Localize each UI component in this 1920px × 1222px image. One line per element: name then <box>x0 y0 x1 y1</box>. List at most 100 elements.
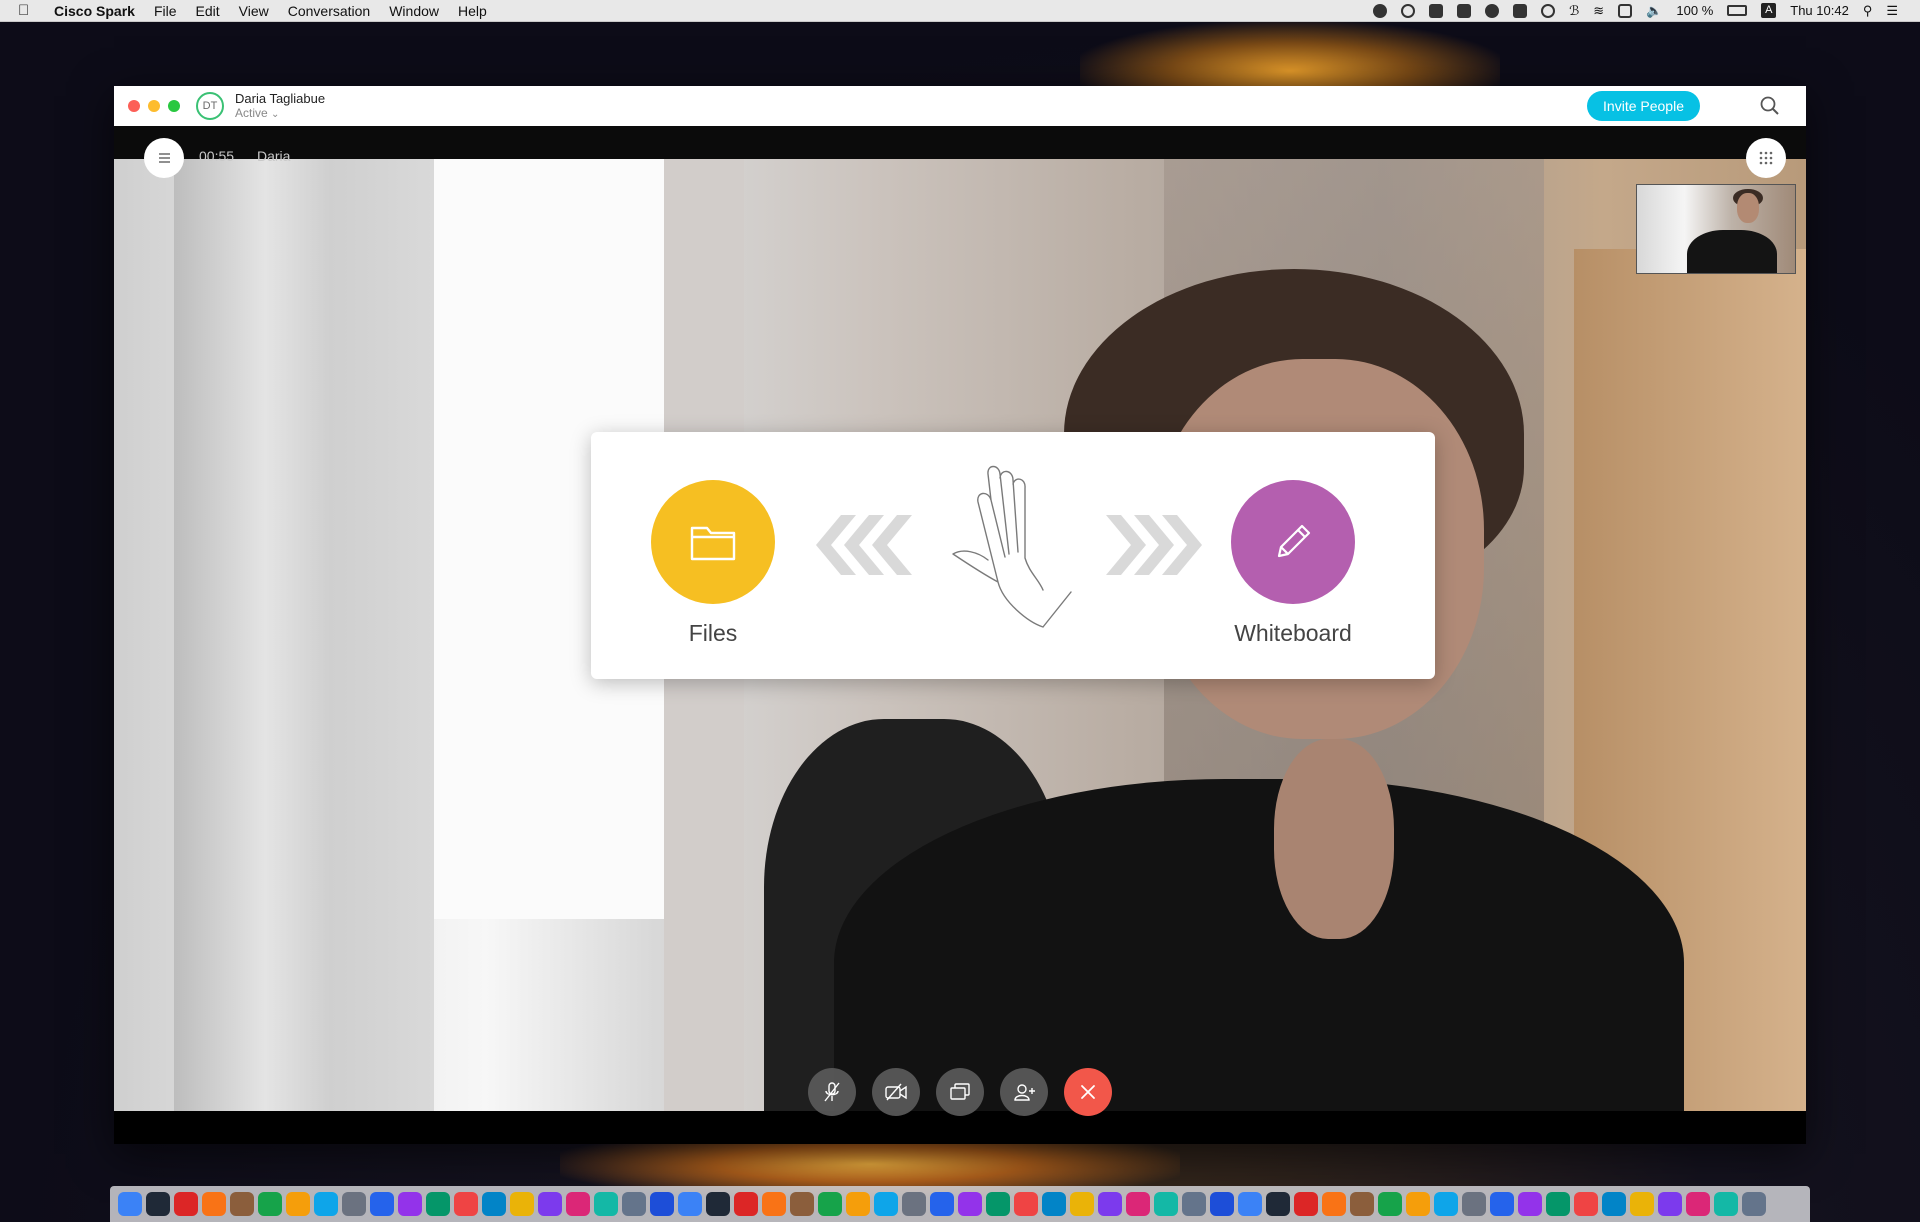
istat-icon[interactable] <box>790 1192 814 1216</box>
close-window-button[interactable] <box>128 100 140 112</box>
imovie-icon[interactable] <box>1154 1192 1178 1216</box>
launchpad-icon[interactable] <box>426 1192 450 1216</box>
system-prefs-icon[interactable] <box>1434 1192 1458 1216</box>
safari-compass-icon[interactable] <box>482 1192 506 1216</box>
menu-file[interactable]: File <box>154 3 177 19</box>
video-toggle-button[interactable] <box>872 1068 920 1116</box>
menu-conversation[interactable]: Conversation <box>288 3 371 19</box>
textedit-icon[interactable] <box>1210 1192 1234 1216</box>
battery-label[interactable]: 100 % <box>1676 3 1713 18</box>
grapher-icon[interactable] <box>342 1192 366 1216</box>
appstore-icon[interactable] <box>1350 1192 1374 1216</box>
dropbox-icon[interactable] <box>1429 3 1444 18</box>
facetime-icon[interactable] <box>1126 1192 1150 1216</box>
drive-icon[interactable] <box>1457 3 1472 18</box>
safari-icon[interactable] <box>370 1192 394 1216</box>
folder2-icon[interactable] <box>1658 1192 1682 1216</box>
menu-edit[interactable]: Edit <box>196 3 220 19</box>
menu-window[interactable]: Window <box>389 3 439 19</box>
pages-icon[interactable] <box>286 1192 310 1216</box>
wifi-icon[interactable]: ≋ <box>1593 3 1604 19</box>
photoshop-icon[interactable] <box>958 1192 982 1216</box>
files-button[interactable] <box>651 480 775 604</box>
screenshot-icon[interactable] <box>1714 1192 1738 1216</box>
evernote-icon[interactable] <box>874 1192 898 1216</box>
volume-icon[interactable]: 🔈 <box>1646 3 1662 19</box>
link-icon[interactable] <box>398 1192 422 1216</box>
dropbox-icon[interactable] <box>538 1192 562 1216</box>
fireworks-icon[interactable] <box>986 1192 1010 1216</box>
search-button[interactable] <box>1758 94 1782 118</box>
acrobat-icon[interactable] <box>902 1192 926 1216</box>
preview2-icon[interactable] <box>1490 1192 1514 1216</box>
scanner-icon[interactable] <box>1462 1192 1486 1216</box>
acrobat2-icon[interactable] <box>1602 1192 1626 1216</box>
books2-icon[interactable] <box>1322 1192 1346 1216</box>
zoom-window-button[interactable] <box>168 100 180 112</box>
chrome2-icon[interactable] <box>1182 1192 1206 1216</box>
keypad-button[interactable] <box>1746 138 1786 178</box>
automator-icon[interactable] <box>1378 1192 1402 1216</box>
keynote2-icon[interactable] <box>1294 1192 1318 1216</box>
status-dropdown[interactable]: Active ⌄ <box>235 106 325 122</box>
keynote-icon[interactable] <box>1098 1192 1122 1216</box>
indesign-icon[interactable] <box>1014 1192 1038 1216</box>
clock[interactable]: Thu 10:42 <box>1790 3 1849 18</box>
tray-cloud-icon[interactable] <box>1485 3 1500 18</box>
messages-icon[interactable] <box>734 1192 758 1216</box>
share-screen-button[interactable] <box>936 1068 984 1116</box>
self-view-video[interactable] <box>1636 184 1796 274</box>
word-icon[interactable] <box>1546 1192 1570 1216</box>
terminal-icon[interactable] <box>1686 1192 1710 1216</box>
minimize-window-button[interactable] <box>148 100 160 112</box>
books-icon[interactable] <box>622 1192 646 1216</box>
drive-icon[interactable] <box>258 1192 282 1216</box>
menu-app-name[interactable]: Cisco Spark <box>54 3 135 19</box>
xd-icon[interactable] <box>846 1192 870 1216</box>
avatar[interactable]: DT <box>196 92 224 120</box>
airplay-icon[interactable] <box>1618 3 1633 18</box>
spotlight-icon[interactable]: ⚲ <box>1863 3 1873 19</box>
photos-icon[interactable] <box>762 1192 786 1216</box>
skype-icon[interactable] <box>314 1192 338 1216</box>
time-machine-icon[interactable] <box>1541 3 1556 18</box>
vlc-icon[interactable] <box>454 1192 478 1216</box>
folder-icon[interactable] <box>1630 1192 1654 1216</box>
trash-icon[interactable] <box>1742 1192 1766 1216</box>
input-source[interactable]: A <box>1761 3 1777 18</box>
itunes-icon[interactable] <box>650 1192 674 1216</box>
chrome-icon[interactable] <box>510 1192 534 1216</box>
mute-button[interactable] <box>808 1068 856 1116</box>
photos-app-icon[interactable] <box>230 1192 254 1216</box>
siri-icon[interactable] <box>146 1192 170 1216</box>
notification-center-icon[interactable]: ☰ <box>1886 3 1898 19</box>
mail-icon[interactable] <box>1266 1192 1290 1216</box>
vivaldi-icon[interactable] <box>174 1192 198 1216</box>
vivaldi-icon[interactable] <box>1513 3 1528 18</box>
end-call-button[interactable] <box>1064 1068 1112 1116</box>
creative-cloud-icon[interactable] <box>1401 3 1416 18</box>
menu-help[interactable]: Help <box>458 3 487 19</box>
add-participant-button[interactable] <box>1000 1068 1048 1116</box>
h-app-icon[interactable] <box>202 1192 226 1216</box>
bluetooth-icon[interactable]: ℬ <box>1569 3 1579 19</box>
lightroom-icon[interactable] <box>818 1192 842 1216</box>
tray-app-icon[interactable] <box>1373 3 1388 18</box>
invite-people-button[interactable]: Invite People <box>1587 91 1700 121</box>
premiere-icon[interactable] <box>930 1192 954 1216</box>
apple-icon[interactable]:  <box>18 2 40 19</box>
menu-view[interactable]: View <box>239 3 269 19</box>
whiteboard-button[interactable] <box>1231 480 1355 604</box>
finder-icon[interactable] <box>118 1192 142 1216</box>
activity-menu-button[interactable] <box>144 138 184 178</box>
excel-icon[interactable] <box>1574 1192 1598 1216</box>
preview-icon[interactable] <box>566 1192 590 1216</box>
numbers-icon[interactable] <box>1238 1192 1262 1216</box>
illustrator-icon[interactable] <box>1042 1192 1066 1216</box>
disk-utility-icon[interactable] <box>1406 1192 1430 1216</box>
notes-icon[interactable] <box>706 1192 730 1216</box>
battery-icon[interactable] <box>1727 5 1748 16</box>
after-effects-icon[interactable] <box>1070 1192 1094 1216</box>
calendar-icon[interactable] <box>594 1192 618 1216</box>
whiteboard-option[interactable]: Whiteboard <box>1231 480 1355 647</box>
